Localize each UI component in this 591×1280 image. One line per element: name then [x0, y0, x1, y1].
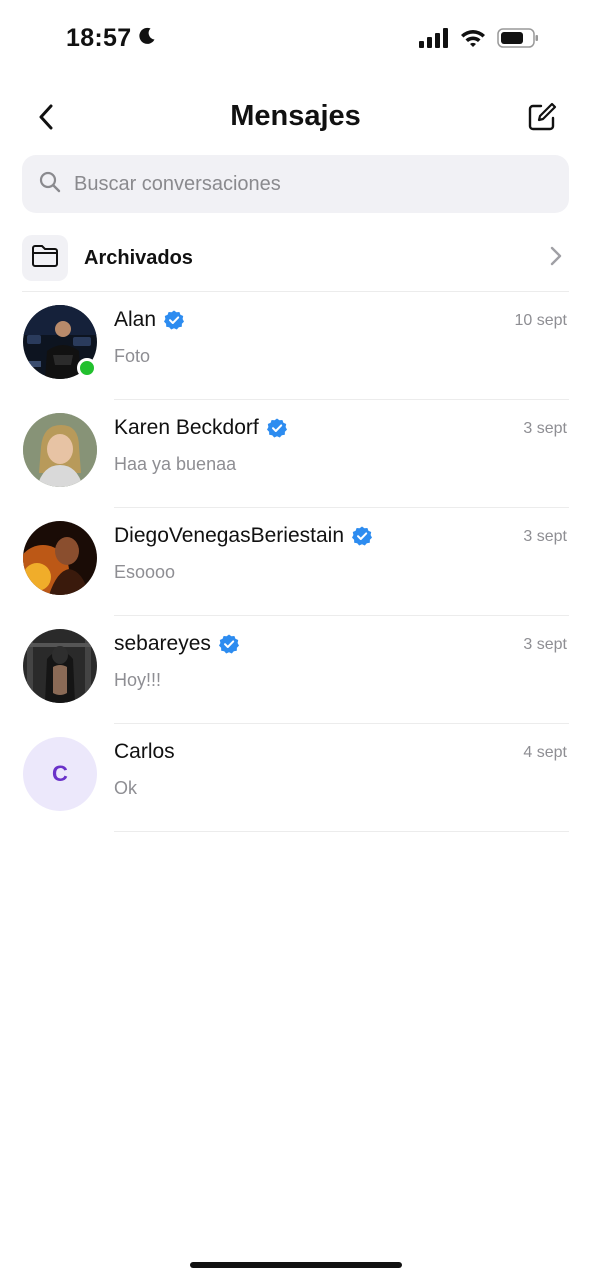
chevron-right-icon [549, 245, 563, 272]
conversation-preview: Foto [114, 346, 151, 366]
status-time-group: 18:57 [66, 24, 157, 53]
divider [114, 831, 569, 832]
avatar [23, 521, 97, 595]
conversation-name: Carlos [114, 740, 175, 763]
home-indicator [190, 1262, 402, 1268]
conversation-name-row: Carlos [114, 740, 175, 764]
verified-badge-icon [164, 310, 185, 330]
avatar [23, 629, 97, 703]
conversation-date: 3 sept [523, 528, 567, 545]
folder-icon [31, 244, 59, 273]
compose-icon [527, 102, 557, 137]
battery-icon [497, 28, 539, 53]
status-time: 18:57 [66, 24, 132, 52]
conversation-date: 3 sept [523, 636, 567, 653]
status-icons [419, 28, 539, 53]
avatar [23, 413, 97, 487]
verified-badge-icon [218, 634, 239, 654]
conversation-name-row: Alan [114, 308, 185, 332]
conversation-name: sebareyes [114, 632, 211, 655]
verified-badge-icon [266, 418, 287, 438]
conversation-name: DiegoVenegasBeriestain [114, 524, 344, 547]
conversation-name-row: Karen Beckdorf [114, 416, 287, 440]
conversation-item[interactable]: Alan 10 sept Foto [0, 292, 591, 400]
conversation-item[interactable]: Karen Beckdorf 3 sept Haa ya buenaa [0, 400, 591, 508]
conversation-date: 4 sept [523, 744, 567, 761]
conversation-item[interactable]: DiegoVenegasBeriestain 3 sept Esoooo [0, 508, 591, 616]
conversation-name-row: DiegoVenegasBeriestain [114, 524, 372, 548]
compose-button[interactable] [525, 102, 559, 136]
status-bar: 18:57 [0, 0, 591, 80]
conversation-item[interactable]: sebareyes 3 sept Hoy!!! [0, 616, 591, 724]
conversation-list: Alan 10 sept Foto Karen Beckdorf 3 sept … [0, 292, 591, 832]
verified-badge-icon [352, 526, 372, 546]
conversation-date: 10 sept [514, 312, 567, 329]
moon-icon [137, 26, 157, 51]
conversation-name-row: sebareyes [114, 632, 239, 656]
header: Mensajes [0, 90, 591, 146]
conversation-date: 3 sept [523, 420, 567, 437]
wifi-icon [459, 28, 487, 53]
conversation-preview: Haa ya buenaa [114, 454, 237, 474]
conversation-preview: Esoooo [114, 562, 176, 582]
conversation-name: Alan [114, 308, 157, 331]
online-status-indicator [77, 358, 97, 378]
archived-row[interactable]: Archivados [22, 232, 569, 284]
conversation-name: Karen Beckdorf [114, 416, 259, 439]
search-icon [38, 170, 62, 199]
archived-label: Archivados [84, 246, 193, 269]
search-bar[interactable] [22, 155, 569, 213]
search-input[interactable] [72, 171, 536, 197]
conversation-preview: Hoy!!! [114, 670, 162, 690]
cellular-signal-icon [419, 28, 449, 53]
page-title: Mensajes [230, 100, 361, 132]
archived-icon-box [22, 235, 68, 281]
conversation-preview: Ok [114, 778, 138, 798]
avatar-initial: C [23, 737, 97, 811]
conversation-item[interactable]: C Carlos 4 sept Ok [0, 724, 591, 832]
